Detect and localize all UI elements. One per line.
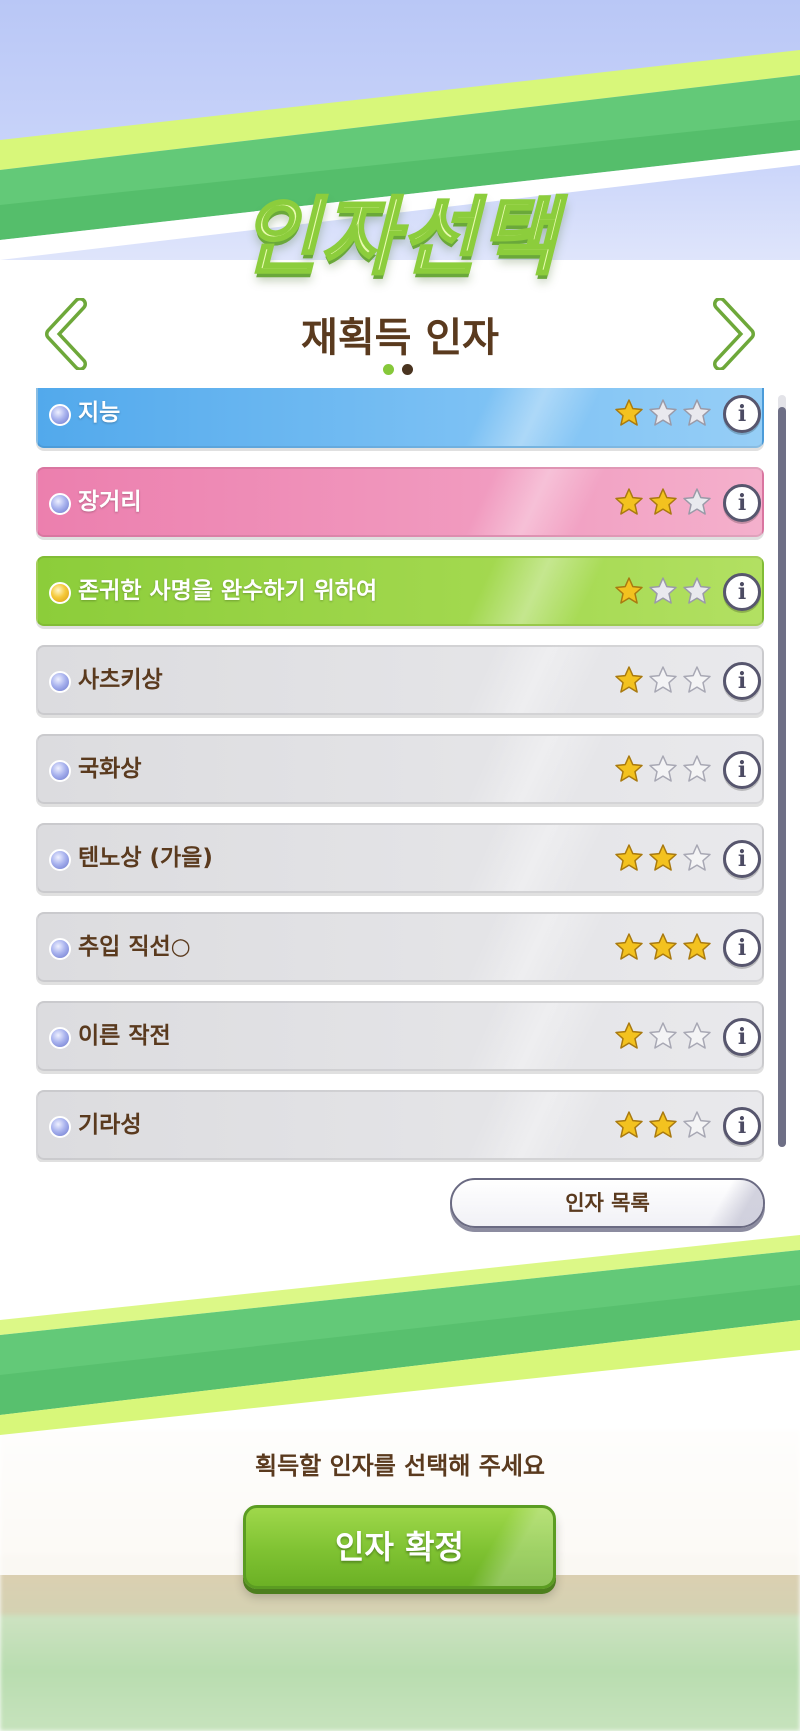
screen-title: 인자선택	[240, 187, 559, 288]
star-empty-icon	[683, 488, 711, 515]
star-filled-icon	[615, 666, 643, 693]
star-empty-icon	[683, 844, 711, 871]
factor-row[interactable]: 추입 직선○ i	[36, 912, 764, 982]
factor-list-button[interactable]: 인자 목록	[450, 1178, 765, 1228]
factor-row[interactable]: 지능 i	[36, 388, 764, 448]
star-empty-icon	[649, 755, 677, 782]
info-icon[interactable]: i	[723, 1107, 761, 1145]
star-filled-icon	[615, 933, 643, 960]
info-icon[interactable]: i	[723, 484, 761, 522]
factor-row[interactable]: 국화상 i	[36, 734, 764, 804]
factor-name: 사츠키상	[78, 667, 163, 693]
star-empty-icon	[683, 577, 711, 604]
page-dot	[402, 364, 413, 375]
star-filled-icon	[615, 577, 643, 604]
star-empty-icon	[649, 666, 677, 693]
section-subtitle: 재획득 인자	[301, 315, 499, 361]
factor-row[interactable]: 기라성 i	[36, 1090, 764, 1160]
factor-gem-icon	[49, 671, 71, 693]
factor-star-rating	[614, 398, 712, 428]
factor-star-rating	[614, 932, 712, 962]
list-scrollbar[interactable]	[778, 395, 786, 1147]
factor-list[interactable]: 지능 i 장거리 i 존귀한 사명을 완수하기 위하여 i 사츠키상 i 국화상 i 텐노상 (가을…	[34, 388, 766, 1162]
page-dot-active	[383, 364, 394, 375]
star-empty-icon	[683, 666, 711, 693]
factor-star-rating	[614, 843, 712, 873]
star-empty-icon	[683, 1111, 711, 1138]
star-empty-icon	[683, 1022, 711, 1049]
factor-gem-icon	[49, 1027, 71, 1049]
scrollbar-thumb[interactable]	[778, 407, 786, 1147]
factor-name: 텐노상 (가을)	[78, 845, 213, 871]
factor-row[interactable]: 이른 작전 i	[36, 1001, 764, 1071]
star-filled-icon	[615, 755, 643, 782]
factor-gem-icon	[49, 493, 71, 515]
star-filled-icon	[649, 1111, 677, 1138]
star-filled-icon	[649, 844, 677, 871]
factor-name: 추입 직선○	[78, 934, 191, 960]
factor-name: 이른 작전	[78, 1023, 171, 1049]
star-filled-icon	[615, 844, 643, 871]
star-filled-icon	[649, 933, 677, 960]
factor-name: 기라성	[78, 1112, 142, 1138]
confirm-factor-button[interactable]: 인자 확정	[243, 1505, 556, 1589]
factor-star-rating	[614, 576, 712, 606]
star-filled-icon	[615, 1111, 643, 1138]
factor-gem-icon	[49, 849, 71, 871]
factor-star-rating	[614, 665, 712, 695]
factor-row[interactable]: 텐노상 (가을) i	[36, 823, 764, 893]
factor-row[interactable]: 사츠키상 i	[36, 645, 764, 715]
page-indicator	[383, 364, 413, 375]
factor-name: 지능	[78, 400, 121, 426]
factor-row[interactable]: 존귀한 사명을 완수하기 위하여 i	[36, 556, 764, 626]
factor-gem-icon	[49, 938, 71, 960]
factor-name: 국화상	[78, 756, 142, 782]
factor-star-rating	[614, 1110, 712, 1140]
bottom-stripe-decoration	[0, 1235, 800, 1435]
info-icon[interactable]: i	[723, 840, 761, 878]
factor-star-rating	[614, 754, 712, 784]
factor-name: 존귀한 사명을 완수하기 위하여	[78, 578, 378, 604]
star-filled-icon	[615, 488, 643, 515]
factor-row[interactable]: 장거리 i	[36, 467, 764, 537]
factor-star-rating	[614, 487, 712, 517]
star-empty-icon	[649, 577, 677, 604]
factor-gem-icon	[49, 404, 71, 426]
factor-gem-icon	[49, 582, 71, 604]
star-empty-icon	[649, 1022, 677, 1049]
info-icon[interactable]: i	[723, 662, 761, 700]
star-empty-icon	[683, 755, 711, 782]
star-filled-icon	[615, 399, 643, 426]
factor-gem-icon	[49, 760, 71, 782]
factor-gem-icon	[49, 1116, 71, 1138]
info-icon[interactable]: i	[723, 573, 761, 611]
info-icon[interactable]: i	[723, 751, 761, 789]
factor-star-rating	[614, 1021, 712, 1051]
star-filled-icon	[649, 488, 677, 515]
info-icon[interactable]: i	[723, 1018, 761, 1056]
selection-hint: 획득할 인자를 선택해 주세요	[254, 1452, 546, 1480]
factor-name: 장거리	[78, 489, 142, 515]
star-filled-icon	[683, 933, 711, 960]
star-empty-icon	[683, 399, 711, 426]
star-empty-icon	[649, 399, 677, 426]
star-filled-icon	[615, 1022, 643, 1049]
info-icon[interactable]: i	[723, 395, 761, 433]
info-icon[interactable]: i	[723, 929, 761, 967]
